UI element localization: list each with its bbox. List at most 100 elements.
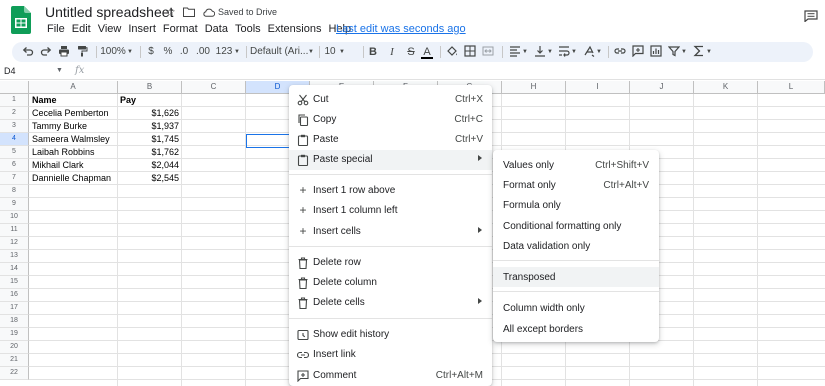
- column-header[interactable]: I: [566, 81, 630, 94]
- chevron-down-icon[interactable]: ▼: [680, 45, 688, 59]
- menu-insert[interactable]: Insert: [128, 23, 156, 37]
- menu-item-insert-row-above[interactable]: + Insert 1 row above: [289, 181, 492, 201]
- row-header[interactable]: 20: [0, 341, 29, 354]
- column-header[interactable]: L: [758, 81, 825, 94]
- cell-pay[interactable]: $2,044: [118, 159, 181, 172]
- merge-cells-icon[interactable]: [482, 45, 494, 59]
- doc-title[interactable]: Untitled spreadsheet: [45, 4, 173, 20]
- chevron-down-icon[interactable]: ▼: [521, 45, 529, 59]
- last-edit-link[interactable]: Last edit was seconds ago: [336, 23, 466, 35]
- row-header[interactable]: 4: [0, 133, 29, 146]
- chevron-down-icon[interactable]: ▼: [705, 45, 713, 59]
- submenu-item-all-except-borders[interactable]: All except borders: [493, 319, 659, 339]
- chevron-down-icon[interactable]: ▼: [126, 45, 134, 59]
- more-formats-button[interactable]: 123: [215, 45, 233, 59]
- text-rotation-icon[interactable]: [583, 45, 595, 59]
- row-header[interactable]: 14: [0, 263, 29, 276]
- menu-data[interactable]: Data: [205, 23, 228, 37]
- column-header[interactable]: C: [182, 81, 246, 94]
- row-header[interactable]: 13: [0, 250, 29, 263]
- fill-color-icon[interactable]: [446, 45, 458, 59]
- cell-name[interactable]: Cecelia Pemberton: [30, 107, 117, 120]
- bold-button[interactable]: B: [367, 45, 379, 59]
- row-header[interactable]: 7: [0, 172, 29, 185]
- cell-pay[interactable]: $1,626: [118, 107, 181, 120]
- chevron-down-icon[interactable]: ▼: [307, 45, 315, 59]
- row-header[interactable]: 10: [0, 211, 29, 224]
- row-header[interactable]: 1: [0, 94, 29, 107]
- insert-comment-icon[interactable]: [632, 45, 644, 59]
- sheets-logo-icon[interactable]: [11, 6, 31, 34]
- column-header[interactable]: A: [29, 81, 118, 94]
- menu-item-insert-cells[interactable]: + Insert cells: [289, 222, 492, 242]
- menu-item-delete-row[interactable]: Delete row: [289, 253, 492, 273]
- insert-chart-icon[interactable]: [650, 45, 662, 59]
- currency-format-button[interactable]: $: [146, 45, 156, 59]
- star-icon[interactable]: ☆: [165, 5, 176, 19]
- menu-item-insert-column-left[interactable]: + Insert 1 column left: [289, 201, 492, 221]
- cell-a1[interactable]: Name: [30, 94, 117, 107]
- borders-icon[interactable]: [464, 45, 476, 59]
- name-box-dropdown-icon[interactable]: ▼: [56, 67, 63, 74]
- cloud-saved-icon[interactable]: [202, 7, 215, 17]
- submenu-item-data-validation-only[interactable]: Data validation only: [493, 236, 659, 256]
- menu-file[interactable]: File: [47, 23, 65, 37]
- row-header[interactable]: 11: [0, 224, 29, 237]
- row-header[interactable]: 3: [0, 120, 29, 133]
- column-header[interactable]: H: [502, 81, 566, 94]
- cell-pay[interactable]: $1,745: [118, 133, 181, 146]
- percent-format-button[interactable]: %: [163, 45, 173, 59]
- increase-decimal-button[interactable]: .00: [194, 45, 212, 59]
- column-header[interactable]: B: [118, 81, 182, 94]
- row-header[interactable]: 8: [0, 185, 29, 198]
- row-header[interactable]: 18: [0, 315, 29, 328]
- chevron-down-icon[interactable]: ▼: [570, 45, 578, 59]
- horizontal-align-icon[interactable]: [509, 45, 521, 59]
- row-header[interactable]: 6: [0, 159, 29, 172]
- strikethrough-button[interactable]: S: [405, 45, 417, 59]
- insert-link-icon[interactable]: [614, 45, 626, 59]
- comment-history-icon[interactable]: [804, 10, 818, 22]
- submenu-item-values-only[interactable]: Values only Ctrl+Shift+V: [493, 155, 659, 175]
- functions-icon[interactable]: [693, 45, 705, 59]
- row-header[interactable]: 21: [0, 354, 29, 367]
- submenu-item-conditional-formatting-only[interactable]: Conditional formatting only: [493, 216, 659, 236]
- row-header[interactable]: 17: [0, 302, 29, 315]
- menu-item-insert-link[interactable]: Insert link: [289, 345, 492, 365]
- row-header[interactable]: 15: [0, 276, 29, 289]
- undo-icon[interactable]: [22, 45, 34, 59]
- menu-item-delete-cells[interactable]: Delete cells: [289, 293, 492, 313]
- submenu-item-formula-only[interactable]: Formula only: [493, 195, 659, 215]
- row-header[interactable]: 16: [0, 289, 29, 302]
- select-all-corner[interactable]: [0, 81, 29, 94]
- menu-item-cut[interactable]: Cut Ctrl+X: [289, 90, 492, 110]
- column-header[interactable]: J: [630, 81, 694, 94]
- menu-item-comment[interactable]: Comment Ctrl+Alt+M: [289, 366, 492, 386]
- cell-name[interactable]: Mikhail Clark: [30, 159, 117, 172]
- cell-b1[interactable]: Pay: [118, 94, 181, 107]
- menu-item-delete-column[interactable]: Delete column: [289, 273, 492, 293]
- italic-button[interactable]: I: [386, 45, 398, 59]
- column-header[interactable]: K: [694, 81, 758, 94]
- chevron-down-icon[interactable]: ▼: [595, 45, 603, 59]
- chevron-down-icon[interactable]: ▼: [546, 45, 554, 59]
- menu-item-show-edit-history[interactable]: Show edit history: [289, 325, 492, 345]
- submenu-item-transposed[interactable]: Transposed: [493, 267, 659, 287]
- redo-icon[interactable]: [40, 45, 52, 59]
- cell-pay[interactable]: $1,762: [118, 146, 181, 159]
- menu-item-paste-special[interactable]: Paste special: [289, 150, 492, 170]
- text-color-button[interactable]: A: [421, 45, 433, 59]
- row-header[interactable]: 12: [0, 237, 29, 250]
- row-header[interactable]: 2: [0, 107, 29, 120]
- font-family-select[interactable]: Default (Ari...: [250, 45, 308, 59]
- menu-format[interactable]: Format: [163, 23, 198, 37]
- chevron-down-icon[interactable]: ▼: [233, 45, 241, 59]
- decrease-decimal-button[interactable]: .0: [178, 45, 190, 59]
- zoom-select[interactable]: 100%: [100, 45, 126, 59]
- vertical-align-icon[interactable]: [534, 45, 546, 59]
- row-header[interactable]: 22: [0, 367, 29, 380]
- paint-format-icon[interactable]: [76, 45, 88, 59]
- row-header[interactable]: 5: [0, 146, 29, 159]
- cell-pay[interactable]: $2,545: [118, 172, 181, 185]
- menu-extensions[interactable]: Extensions: [268, 23, 322, 37]
